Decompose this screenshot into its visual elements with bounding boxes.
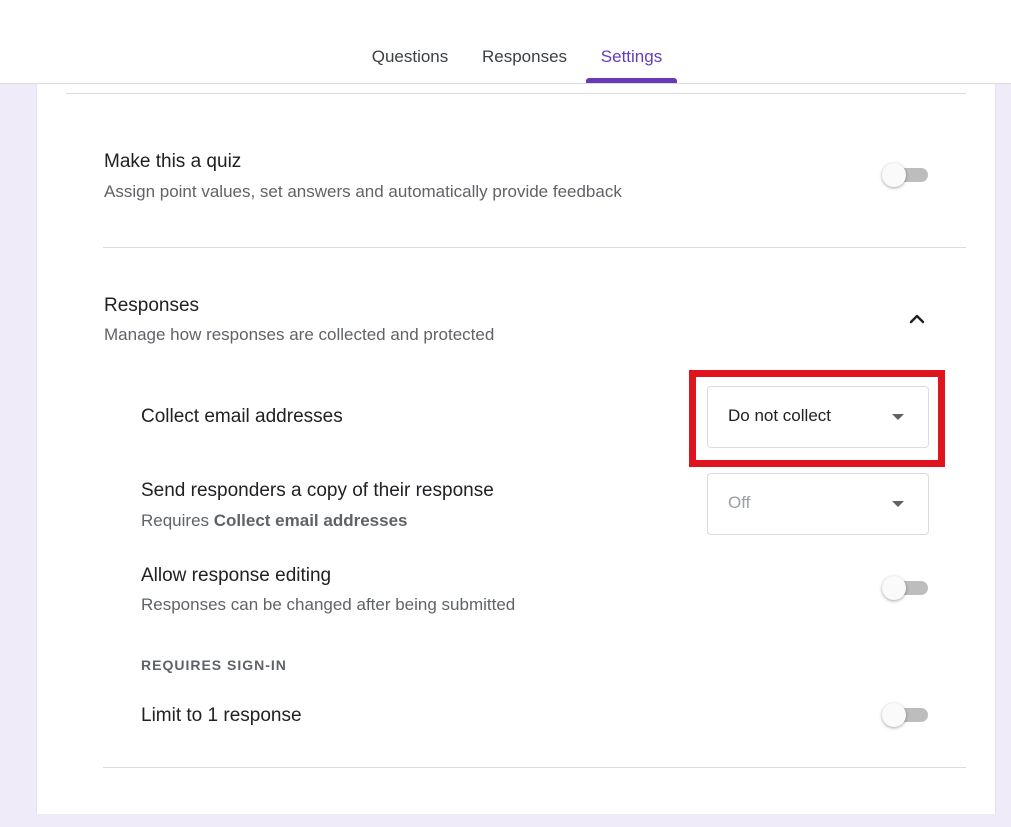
limit-one-toggle[interactable] [882, 702, 928, 728]
responses-section-title: Responses [104, 295, 200, 316]
tab-responses[interactable]: Responses [472, 47, 577, 83]
active-tab-indicator [586, 78, 677, 83]
requires-setting-name: Collect email addresses [213, 511, 408, 530]
divider [103, 247, 966, 248]
send-copy-requirement: Requires Collect email addresses [141, 511, 407, 531]
allow-editing-toggle[interactable] [882, 575, 928, 601]
requires-prefix: Requires [141, 511, 214, 530]
toggle-thumb [882, 576, 906, 600]
send-copy-dropdown[interactable]: Off [707, 473, 929, 535]
send-copy-label: Send responders a copy of their response [141, 480, 494, 501]
send-copy-value: Off [728, 493, 751, 512]
toggle-thumb [882, 163, 906, 187]
top-navigation-bar: Questions Responses Settings [0, 0, 1011, 84]
allow-editing-description: Responses can be changed after being sub… [141, 595, 516, 614]
tab-questions[interactable]: Questions [360, 47, 460, 83]
quiz-description: Assign point values, set answers and aut… [104, 182, 622, 201]
divider [103, 767, 966, 768]
allow-editing-label: Allow response editing [141, 565, 332, 586]
divider [66, 93, 966, 94]
quiz-title: Make this a quiz [104, 151, 242, 172]
highlight-box [689, 370, 945, 467]
quiz-toggle[interactable] [882, 162, 928, 188]
dropdown-arrow-icon [892, 501, 904, 507]
responses-section-description: Manage how responses are collected and p… [104, 325, 495, 344]
requires-signin-heading: REQUIRES SIGN-IN [141, 657, 287, 673]
limit-one-label: Limit to 1 response [141, 705, 302, 726]
toggle-thumb [882, 703, 906, 727]
chevron-up-icon[interactable] [905, 307, 929, 331]
collect-email-label: Collect email addresses [141, 406, 343, 427]
